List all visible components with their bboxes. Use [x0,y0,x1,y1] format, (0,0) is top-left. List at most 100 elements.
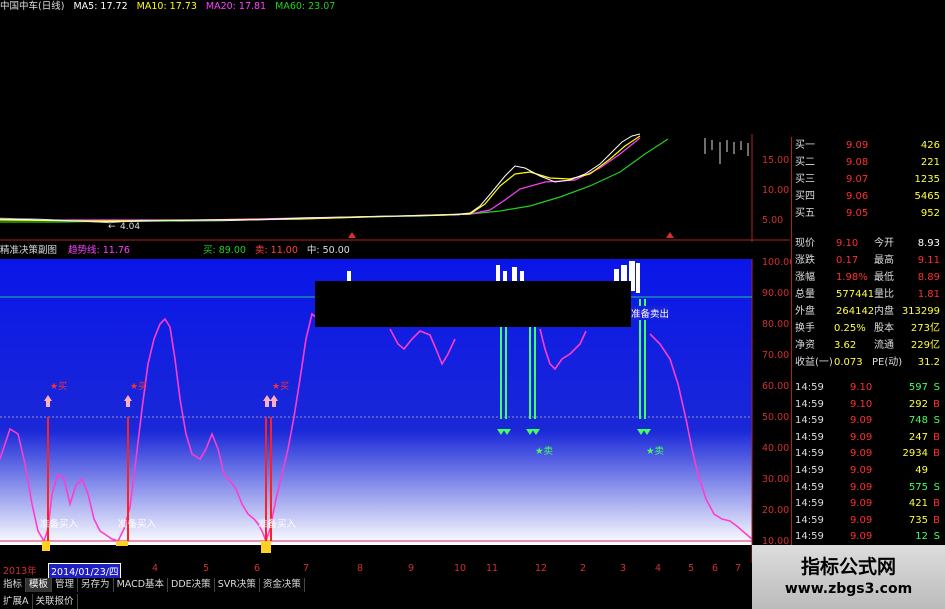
month-tick-label: 10 [454,563,467,574]
stat-label: 现价 [795,238,815,249]
tick-side: B [933,448,940,460]
sell-star-2: ★卖 [646,446,665,457]
stock-name: 中国中车(日线) [0,1,65,12]
indicator-tab[interactable]: 另存为 [78,578,114,592]
tick-time: 14:59 [795,481,824,493]
tick-side: S [933,382,940,393]
month-tick-label: 9 [408,563,415,574]
bid-volume: 426 [920,140,940,151]
stat-label: 净资 [795,340,815,351]
time-axis-start: 2013年 [3,566,37,577]
stat-value-2: 9.11 [917,255,940,266]
svg-text:←: ← [108,222,116,232]
ind-axis-90: 90.00 [762,288,790,299]
indicator-tab[interactable]: 管理 [52,578,79,592]
stat-row: 外盘 264142 内盘 313299 [792,303,944,321]
bid-row[interactable]: 买五 9.05 952 [792,205,944,223]
price-axis-15: 15.00 [762,155,790,166]
bid-row[interactable]: 买四 9.06 5465 [792,188,944,206]
stat-value: 1.98% [836,272,868,283]
tick-side: B [933,431,940,443]
bid-volume: 1235 [914,174,940,185]
month-tick-label: 5 [688,563,695,574]
stat-label-2: 最高 [874,255,894,266]
stat-label: 涨幅 [795,272,815,283]
month-tick-label: 7 [735,563,742,574]
indicator-tab[interactable]: MACD基本 [114,578,169,592]
indicator-tabs: 指标 模板 管理 另存为 MACD基本 DDE决策 SVR决策 资金决策 [0,578,790,592]
tick-price: 9.09 [850,431,873,443]
buy-prep-3: 准备买入 [258,519,297,530]
stat-label-2: 内盘 [874,306,894,317]
stat-value: 9.10 [836,238,859,249]
bid-label: 买二 [795,157,815,168]
stat-label: 收益(一) [795,357,833,368]
ma20-label: MA20: 17.81 [205,1,267,12]
tick-time: 14:59 [795,431,824,443]
quote-panel: 买一 9.09 426 买二 9.08 221 买三 9.07 1235 买四 9.06 5465 买五… [791,137,945,547]
price-chart-header: 中国中车(日线) MA5: 17.72 MA10: 17.73 MA20: 17… [0,0,341,14]
stat-value: 0.17 [836,255,859,266]
buy-level-label: 买: 89.00 [203,245,246,256]
month-tick-label: 4 [655,563,662,574]
indicator-name[interactable]: 精准决策副图 [0,245,57,256]
extension-tab[interactable]: 扩展A [0,594,33,609]
indicator-tab[interactable]: 指标 [0,578,27,592]
bid-volume: 221 [920,157,940,168]
tick-price: 9.09 [850,498,873,510]
tick-time: 14:59 [795,498,824,510]
bid-row[interactable]: 买一 9.09 426 [792,137,944,155]
bid-label: 买五 [795,208,815,219]
stat-value-2: 273亿 [910,323,940,334]
bid-volume: 5465 [914,191,940,202]
ind-axis-20: 20.00 [762,505,790,516]
indicator-tab[interactable]: SVR决策 [215,578,260,592]
month-tick-label: 11 [486,563,499,574]
bid-label: 买三 [795,174,815,185]
indicator-tab[interactable]: 模板 [26,578,53,592]
price-axis-5: 5.00 [762,215,784,226]
tick-price: 9.09 [850,481,873,493]
stat-value: 0.073 [834,357,863,368]
month-tick-label: 6 [254,563,261,574]
tick-side: B [933,514,940,526]
extension-tab[interactable]: 关联报价 [33,594,78,609]
stat-value-2: 31.2 [917,357,940,368]
watermark-url: www.zbgs3.com [784,581,913,597]
bid-row[interactable]: 买三 9.07 1235 [792,171,944,189]
tick-row: 14:59 9.10 292 B [792,396,944,414]
bid-label: 买一 [795,140,815,151]
indicator-tab[interactable]: DDE决策 [168,578,215,592]
time-axis: 2013年 2014/01/23/四 4 5 6 7 8 9 10 11 12 2 3 4 5 6 7 [0,563,790,579]
trend-label: 趋势线: 11.76 [68,245,130,256]
stat-row: 收益(一) 0.073 PE(动) 31.2 [792,354,944,372]
month-tick-label: 2 [580,563,587,574]
price-chart[interactable]: ← 4.04 [0,14,790,242]
stat-label-2: 今开 [874,238,894,249]
tick-side: B [933,398,940,410]
tick-volume: 421 [908,498,928,510]
indicator-tab[interactable]: 资金决策 [260,578,305,592]
bid-row[interactable]: 买二 9.08 221 [792,154,944,172]
tick-time: 14:59 [795,531,824,543]
stat-label: 总量 [795,289,815,300]
stat-value-2: 1.81 [917,289,940,300]
buy-star-2: ★买 [130,382,148,392]
stat-label-2: 量比 [874,289,894,300]
month-tick-label: 5 [203,563,210,574]
tick-volume: 2934 [902,448,928,460]
tick-price: 9.09 [850,514,873,526]
ind-axis-50: 50.00 [762,412,790,423]
tick-row: 14:59 9.09 575 S [792,479,944,497]
tick-price: 9.10 [850,398,873,410]
tick-row: 14:59 9.09 49 [792,462,944,480]
ind-axis-80: 80.00 [762,319,790,330]
ind-axis-30: 30.00 [762,474,790,485]
tick-price: 9.09 [850,448,873,460]
tick-price: 9.09 [850,415,873,427]
stat-value-2: 8.93 [917,238,940,249]
tick-row: 14:59 9.09 12 S [792,528,944,546]
bid-price: 9.09 [846,140,869,151]
stat-label: 涨跌 [795,255,815,266]
buy-star-3: ★买 [272,382,290,392]
